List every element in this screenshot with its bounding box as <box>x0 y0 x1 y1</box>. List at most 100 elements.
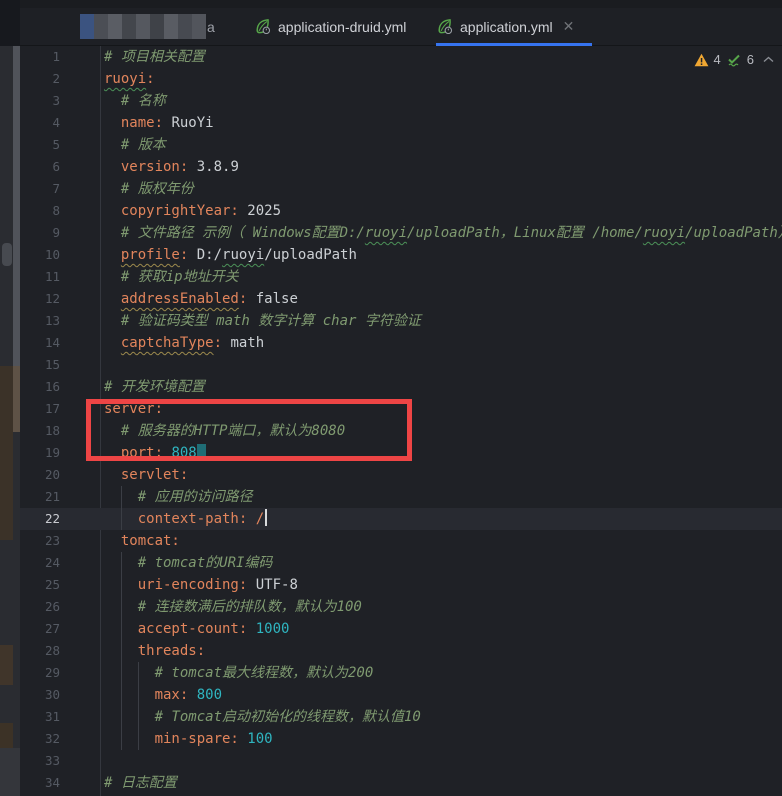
tab-redacted-file[interactable]: a <box>80 8 240 45</box>
tab-application-druid-yml[interactable]: application-druid.yml <box>254 8 444 45</box>
code-line-4[interactable]: 4 name: RuoYi <box>20 112 782 134</box>
code-line-11[interactable]: 11 # 获取ip地址开关 <box>20 266 782 288</box>
redacted-pixel-block <box>94 14 108 39</box>
code-line-26[interactable]: 26 # 连接数满后的排队数，默认为100 <box>20 596 782 618</box>
line-number[interactable]: 20 <box>20 464 60 486</box>
line-number[interactable]: 3 <box>20 90 60 112</box>
line-number[interactable]: 2 <box>20 68 60 90</box>
line-number[interactable]: 21 <box>20 486 60 508</box>
code-line-22[interactable]: 22 context-path: / <box>20 508 782 530</box>
line-number[interactable]: 27 <box>20 618 60 640</box>
line-number[interactable]: 10 <box>20 244 60 266</box>
line-number[interactable]: 8 <box>20 200 60 222</box>
code-line-34[interactable]: 34 # 日志配置 <box>20 772 782 794</box>
line-number[interactable]: 4 <box>20 112 60 134</box>
line-number[interactable]: 32 <box>20 728 60 750</box>
line-number[interactable]: 24 <box>20 552 60 574</box>
line-number[interactable]: 13 <box>20 310 60 332</box>
tab-label: application-druid.yml <box>278 18 407 35</box>
panel-row-tint <box>0 366 13 540</box>
line-number[interactable]: 23 <box>20 530 60 552</box>
code-line-14[interactable]: 14 captchaType: math <box>20 332 782 354</box>
code-line-2[interactable]: 2 ruoyi: <box>20 68 782 90</box>
code-line-9[interactable]: 9 # 文件路径 示例（ Windows配置D:/ruoyi/uploadPat… <box>20 222 782 244</box>
spring-boot-leaf-icon <box>256 19 271 35</box>
code-line-33[interactable]: 33 <box>20 750 782 772</box>
line-number[interactable]: 29 <box>20 662 60 684</box>
panel-scrollbar-thumb[interactable] <box>2 243 12 266</box>
line-number[interactable]: 33 <box>20 750 60 772</box>
code-line-13[interactable]: 13 # 验证码类型 math 数字计算 char 字符验证 <box>20 310 782 332</box>
code-editor[interactable]: 1 # 项目相关配置 2 ruoyi: 3 # 名称 4 name: RuoYi 5 # 版… <box>20 46 782 796</box>
code-line-25[interactable]: 25 uri-encoding: UTF-8 <box>20 574 782 596</box>
code-line-17[interactable]: 17 server: <box>20 398 782 420</box>
code-line-7[interactable]: 7 # 版权年份 <box>20 178 782 200</box>
ide-window: a application-druid.yml application.yml … <box>0 0 782 796</box>
line-number[interactable]: 18 <box>20 420 60 442</box>
line-number[interactable]: 31 <box>20 706 60 728</box>
line-number[interactable]: 17 <box>20 398 60 420</box>
redacted-pixel-block <box>150 14 164 39</box>
code-line-19[interactable]: 19 port: 808 <box>20 442 782 464</box>
code-text: # 名称 <box>120 93 166 109</box>
line-number[interactable]: 25 <box>20 574 60 596</box>
line-number[interactable]: 5 <box>20 134 60 156</box>
code-line-21[interactable]: 21 # 应用的访问路径 <box>20 486 782 508</box>
line-number[interactable]: 34 <box>20 772 60 794</box>
line-number[interactable]: 6 <box>20 156 60 178</box>
code-line-10[interactable]: 10 profile: D:/ruoyi/uploadPath <box>20 244 782 266</box>
line-number[interactable]: 9 <box>20 222 60 244</box>
code-line-8[interactable]: 8 copyrightYear: 2025 <box>20 200 782 222</box>
code-line-27[interactable]: 27 accept-count: 1000 <box>20 618 782 640</box>
code-line-12[interactable]: 12 addressEnabled: false <box>20 288 782 310</box>
line-number[interactable]: 22 <box>20 508 60 530</box>
tab-application-yml[interactable]: application.yml ✕ <box>436 8 592 45</box>
code-text: server: <box>104 401 164 417</box>
code-line-16[interactable]: 16 # 开发环境配置 <box>20 376 782 398</box>
line-number[interactable]: 1 <box>20 46 60 68</box>
line-number[interactable]: 15 <box>20 354 60 376</box>
line-number[interactable]: 11 <box>20 266 60 288</box>
code-text: uri-encoding: UTF-8 <box>137 577 298 593</box>
line-number[interactable]: 12 <box>20 288 60 310</box>
line-number[interactable]: 14 <box>20 332 60 354</box>
code-text: min-spare: 100 <box>154 731 273 747</box>
code-text: # 版权年份 <box>120 181 194 197</box>
line-number[interactable]: 7 <box>20 178 60 200</box>
edit-cursor-block <box>196 444 206 460</box>
line-number[interactable]: 16 <box>20 376 60 398</box>
panel-row-tint <box>0 645 13 685</box>
code-text: captchaType: math <box>120 335 265 351</box>
code-text: copyrightYear: 2025 <box>120 203 282 219</box>
inspection-widget[interactable]: 4 6 <box>694 52 774 67</box>
code-text: # 开发环境配置 <box>104 379 205 395</box>
line-number[interactable]: 28 <box>20 640 60 662</box>
code-line-31[interactable]: 31 # Tomcat启动初始化的线程数，默认值10 <box>20 706 782 728</box>
code-line-20[interactable]: 20 servlet: <box>20 464 782 486</box>
line-number[interactable]: 26 <box>20 596 60 618</box>
code-line-3[interactable]: 3 # 名称 <box>20 90 782 112</box>
code-line-23[interactable]: 23 tomcat: <box>20 530 782 552</box>
code-line-1[interactable]: 1 # 项目相关配置 <box>20 46 782 68</box>
code-text: servlet: <box>120 467 189 483</box>
code-line-28[interactable]: 28 threads: <box>20 640 782 662</box>
redacted-pixel-block <box>108 14 122 39</box>
code-line-32[interactable]: 32 min-spare: 100 <box>20 728 782 750</box>
line-number[interactable]: 30 <box>20 684 60 706</box>
code-line-18[interactable]: 18 # 服务器的HTTP端口，默认为8080 <box>20 420 782 442</box>
code-line-15[interactable]: 15 <box>20 354 782 376</box>
code-line-5[interactable]: 5 # 版本 <box>20 134 782 156</box>
code-line-6[interactable]: 6 version: 3.8.9 <box>20 156 782 178</box>
redacted-pixel-block <box>80 14 94 39</box>
code-line-24[interactable]: 24 # tomcat的URI编码 <box>20 552 782 574</box>
tab-close-icon[interactable]: ✕ <box>563 18 575 35</box>
code-text: # 文件路径 示例（ Windows配置D:/ruoyi/uploadPath，… <box>120 225 782 241</box>
code-text: # 服务器的HTTP端口，默认为8080 <box>120 423 346 439</box>
code-text: # tomcat最大线程数，默认为200 <box>154 665 374 681</box>
line-number[interactable]: 19 <box>20 442 60 464</box>
tab-bar-top-strip <box>20 0 782 8</box>
code-line-30[interactable]: 30 max: 800 <box>20 684 782 706</box>
code-text: # 版本 <box>120 137 166 153</box>
chevron-up-icon[interactable] <box>763 56 774 63</box>
code-line-29[interactable]: 29 # tomcat最大线程数，默认为200 <box>20 662 782 684</box>
